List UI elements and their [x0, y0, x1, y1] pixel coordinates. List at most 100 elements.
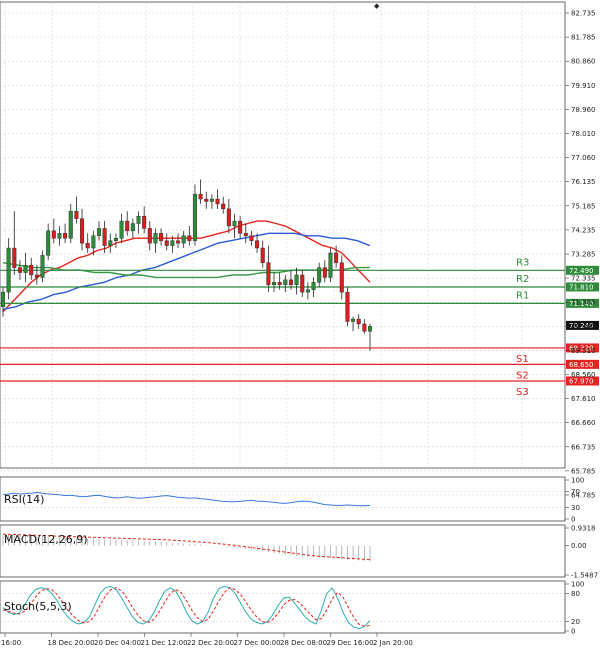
rsi-pane-frame [0, 476, 566, 522]
candle-body [277, 282, 282, 285]
price-tick-label: 73.285 [571, 251, 596, 259]
candle-body [260, 247, 265, 263]
indicator-tick-label: 100 [571, 581, 584, 589]
candle-body [74, 211, 79, 219]
candle-body [317, 267, 322, 283]
indicator-tick-label: 0.00 [571, 542, 587, 550]
indicator-tick-label: 0 [571, 628, 575, 636]
price-tick-label: 76.135 [571, 178, 596, 186]
candle-body [46, 230, 51, 256]
time-tick-label: 28 Dec 08:00 [280, 639, 327, 647]
price-tick-label: 81.785 [571, 34, 596, 42]
candle-body [170, 240, 175, 246]
candle-body [6, 247, 11, 293]
candle-body [63, 233, 68, 239]
candle-body [12, 247, 17, 268]
candle-body [113, 238, 118, 241]
candle-body [96, 228, 101, 236]
candle-body [305, 289, 310, 293]
candle-body [232, 220, 237, 227]
candle-body [68, 211, 73, 239]
level-name-s3: S3 [516, 387, 529, 398]
level-tag-r3: 72.490 [569, 267, 594, 275]
candle-body [181, 235, 186, 244]
chart-root: ◆ R372.490R271.810R171.140S169.320S268.6… [0, 1, 599, 647]
price-tick-label: 80.860 [571, 58, 596, 66]
candle-body [215, 198, 220, 205]
price-tick-label: 79.910 [571, 82, 596, 90]
rsi-title: RSI(14) [4, 493, 44, 506]
macd-title: MACD(12,26,9) [4, 533, 88, 546]
candle-body [322, 267, 327, 278]
candle-body [204, 198, 209, 202]
candle-body [311, 282, 316, 290]
candle-body [142, 215, 147, 229]
candle-body [368, 326, 373, 332]
candle-body [243, 233, 248, 236]
price-tick-label: 82.735 [571, 10, 596, 18]
candle-body [283, 279, 288, 285]
time-tick-label: 27 Dec 00:00 [234, 639, 281, 647]
candle-body [130, 223, 135, 232]
candle-body [23, 264, 28, 273]
candle-body [29, 264, 34, 276]
candle-body [362, 323, 367, 332]
candle-body [226, 208, 231, 227]
time-tick-label: 2 Jan 20:00 [373, 639, 413, 647]
price-tick-label: 78.960 [571, 106, 596, 114]
indicator-tick-label: 0 [571, 516, 575, 524]
time-tick-label: 22 Dec 20:00 [187, 639, 234, 647]
stoch-title: Stoch(5,5,3) [4, 600, 72, 613]
candle-body [238, 220, 243, 234]
scroll-marker-icon: ◆ [374, 2, 380, 10]
candle-body [334, 252, 339, 263]
price-tick-label: 75.185 [571, 202, 596, 210]
candle-body [221, 203, 226, 210]
candle-body [119, 220, 124, 239]
price-pane-frame [0, 1, 566, 469]
price-tick-label: 72.335 [571, 275, 596, 283]
candle-body [266, 262, 271, 285]
candle-body [17, 267, 22, 273]
indicator-tick-label: 0.9318 [571, 525, 596, 533]
indicator-tick-label: 30 [571, 504, 580, 512]
candle-body [255, 240, 260, 249]
candle-body [339, 262, 344, 293]
candle-body [294, 274, 299, 285]
candle-body [1, 291, 5, 308]
indicator-tick-label: 70 [571, 488, 580, 496]
level-name-s1: S1 [516, 354, 529, 365]
level-name-s2: S2 [516, 370, 529, 381]
time-tick-label: 16:00 [1, 639, 21, 647]
price-tick-label: 69.510 [571, 347, 596, 355]
price-tick-label: 68.560 [571, 371, 596, 379]
candle-body [328, 252, 333, 278]
candle-body [356, 318, 361, 325]
indicator-tick-label: 100 [571, 477, 584, 485]
price-tick-label: 67.610 [571, 395, 596, 403]
price-tick-label: 70.460 [571, 323, 596, 331]
candle-body [272, 282, 277, 285]
candle-body [147, 228, 152, 244]
candle-body [209, 198, 214, 202]
candle-body [125, 220, 130, 232]
candle-body [249, 235, 254, 241]
price-tick-label: 77.060 [571, 154, 596, 162]
candle-body [164, 240, 169, 246]
candle-body [80, 218, 85, 244]
candle-body [300, 274, 305, 293]
candle-body [198, 193, 203, 200]
time-tick-label: 21 Dec 12:00 [141, 639, 188, 647]
indicator-tick-label: 80 [571, 590, 580, 598]
time-tick-label: 29 Dec 16:00 [327, 639, 374, 647]
candle-body [108, 240, 113, 246]
candle-body [345, 291, 350, 322]
price-tick-label: 74.235 [571, 226, 596, 234]
candle-body [85, 242, 90, 249]
time-tick-label: 20 Dec 04:00 [94, 639, 141, 647]
level-tag-s2: 68.650 [569, 361, 594, 369]
candle-body [34, 274, 39, 278]
candle-body [91, 235, 96, 249]
price-tick-label: 71.385 [571, 299, 596, 307]
level-tag-r2: 71.810 [569, 283, 594, 291]
